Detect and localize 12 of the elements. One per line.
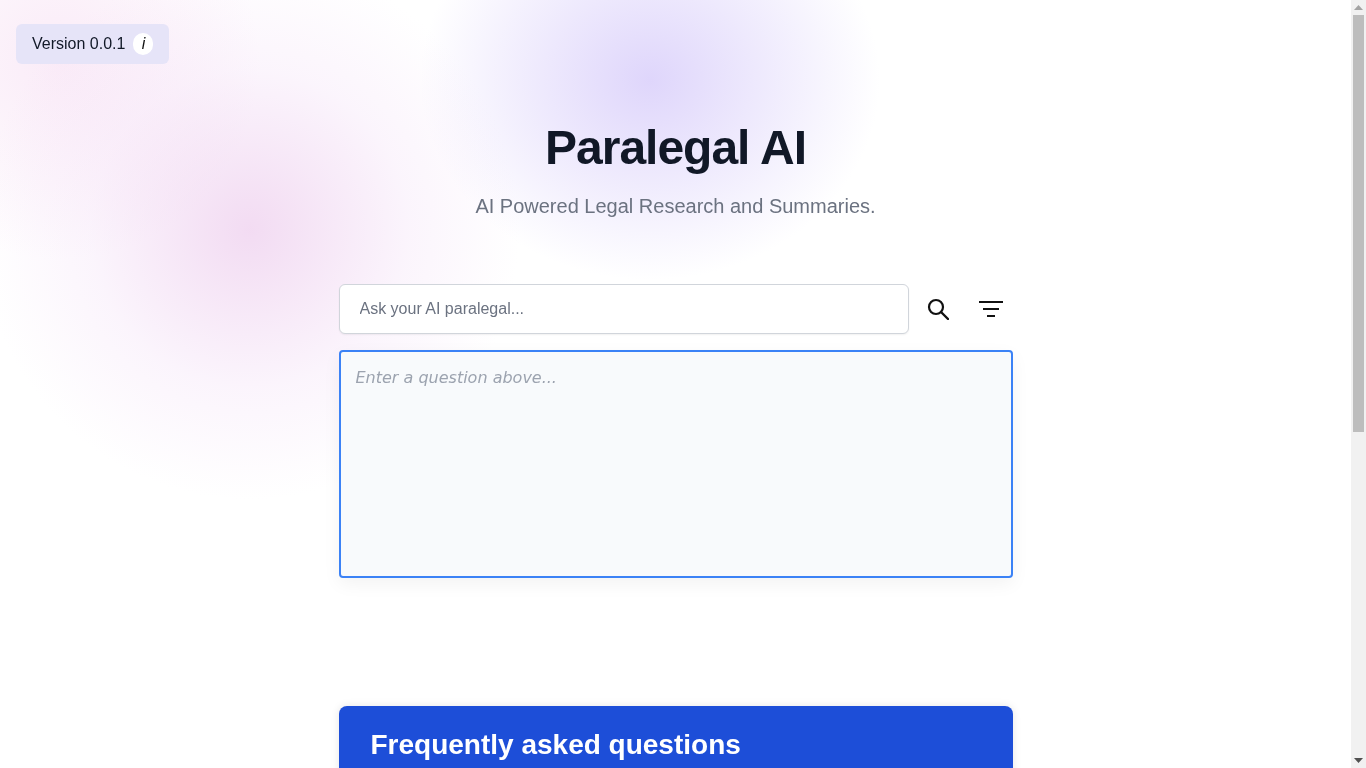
app-title: Paralegal AI <box>545 120 806 176</box>
version-label: Version 0.0.1 <box>32 35 126 53</box>
scrollbar-thumb[interactable] <box>1353 15 1364 432</box>
filter-icon[interactable] <box>978 301 1003 317</box>
search-field[interactable]: Ask your AI paralegal... <box>338 284 909 334</box>
scrollbar[interactable] <box>1351 0 1366 768</box>
scroll-down-arrow-icon[interactable] <box>1354 758 1363 763</box>
faq-heading: Frequently asked questions <box>370 728 741 762</box>
answer-box[interactable]: Enter a question above... <box>338 350 1013 578</box>
app-subtitle: AI Powered Legal Research and Summaries. <box>475 194 876 219</box>
info-button[interactable]: i <box>133 33 154 55</box>
search-icon[interactable] <box>926 298 949 320</box>
